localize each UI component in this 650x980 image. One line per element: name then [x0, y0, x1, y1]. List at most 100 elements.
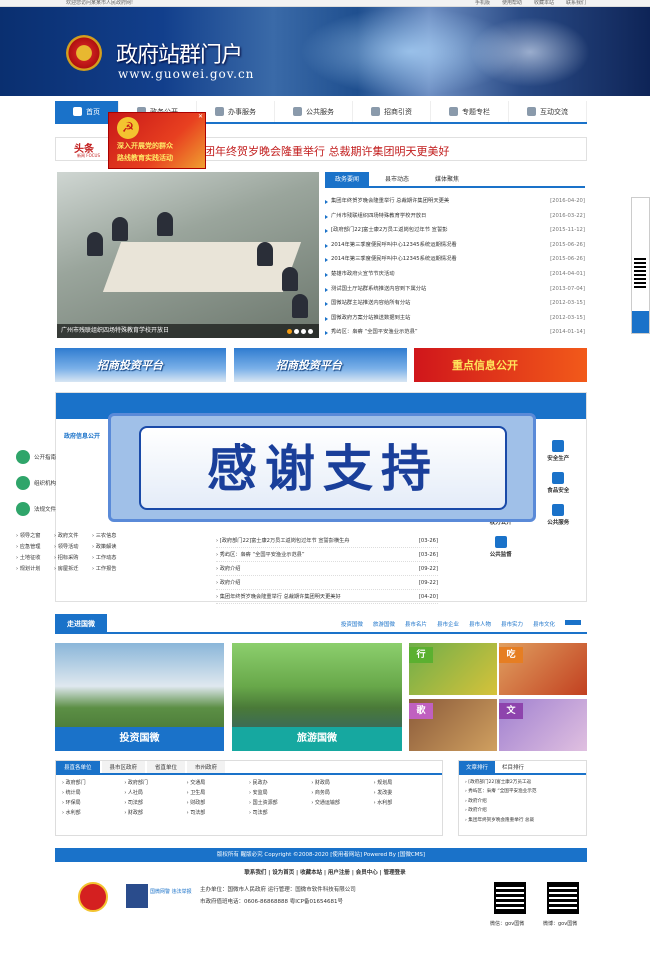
unit-link[interactable]: › 民政办 — [249, 779, 311, 786]
unit-link[interactable]: › 水利部 — [62, 809, 124, 816]
info-link[interactable]: › 土地征收 — [16, 554, 54, 561]
favorite-link[interactable]: 收藏本站 — [534, 0, 554, 7]
more-icon[interactable] — [565, 620, 581, 625]
info-link[interactable]: › 三农信息 — [92, 532, 130, 539]
info-list-title[interactable]: › [政府部门22]富士康2万员工返岗包过年节 宣誓彭横生舟 — [216, 534, 349, 547]
info-item-guide[interactable]: 公开指南 — [16, 450, 56, 464]
rank-item[interactable]: › 政府介绍 — [465, 797, 580, 806]
back-top-icon[interactable] — [632, 311, 649, 333]
news-title[interactable]: 2014年第三季度便民呼叫中心12345系统运期情况看 — [331, 252, 457, 267]
photo-slideshow[interactable]: 广州市残联组织四场特殊教育学校开放日 — [57, 172, 319, 338]
promo-investment-2[interactable]: 招商投资平台 — [234, 348, 407, 382]
contact-link[interactable]: 联系我们 — [566, 0, 586, 7]
info-link[interactable]: › 政策解读 — [92, 543, 130, 550]
info-item-org[interactable]: 组织机构 — [16, 476, 56, 490]
tab-county-news[interactable]: 县市动态 — [375, 172, 419, 186]
service-item[interactable]: 食品安全 — [530, 472, 588, 494]
info-link[interactable]: › 房屋拆迁 — [54, 565, 92, 572]
info-list-title[interactable]: › 政府介绍 — [216, 562, 240, 575]
rank-item[interactable]: › 秀屿区：枭瘠 “全国平安渔业示范 — [465, 787, 580, 796]
unit-link[interactable]: › 规划局 — [374, 779, 436, 786]
unit-link[interactable]: › 政府部门 — [62, 779, 124, 786]
news-item[interactable]: 2014年第三季度便民呼叫中心12345系统运期情况看 [2015-06-26] — [325, 238, 585, 253]
unit-link[interactable]: › 环保局 — [62, 799, 124, 806]
section-link[interactable]: 县市人物 — [469, 620, 491, 628]
news-item[interactable]: 2014年第三季度便民呼叫中心12345系统运期情况看 [2015-06-26] — [325, 252, 585, 267]
info-item-law[interactable]: 法规文件 — [16, 502, 56, 516]
service-item[interactable]: 公共服务 — [530, 504, 588, 526]
report-icon[interactable] — [126, 884, 148, 908]
info-list-item[interactable]: › 秀屿区：枭瘠 “全国平安渔业示范县” [03-26] — [216, 548, 438, 562]
info-link[interactable]: › 应急管理 — [16, 543, 54, 550]
rank-item[interactable]: › 政府介绍 — [465, 806, 580, 815]
nav-services[interactable]: 办事服务 — [197, 101, 275, 122]
news-item[interactable]: 广州市残联组织四场特殊教育学校开放日 [2016-03-22] — [325, 209, 585, 224]
info-list-title[interactable]: › 政府介绍 — [216, 576, 240, 589]
close-icon[interactable]: ✕ — [198, 113, 203, 120]
unit-link[interactable]: › 司法部 — [187, 809, 249, 816]
info-link[interactable]: › 领导之窗 — [16, 532, 54, 539]
promo-key-info[interactable]: 重点信息公开 — [414, 348, 587, 382]
unit-link[interactable]: › 人社局 — [124, 789, 186, 796]
info-link[interactable]: › 政府文件 — [54, 532, 92, 539]
section-link[interactable]: 县市企业 — [437, 620, 459, 628]
footer-links[interactable]: 联系我们 | 设为首页 | 收藏本站 | 用户注册 | 会员中心 | 管理登录 — [0, 868, 650, 876]
info-link[interactable]: › 招标采购 — [54, 554, 92, 561]
news-item[interactable]: [政府部门22]富士康2万员工返岗包过年节 宣誓彭 [2015-11-12] — [325, 223, 585, 238]
headline-link[interactable]: 团年终贺岁晚会隆重举行 总裁期许集团明天更美好 — [204, 143, 450, 159]
info-link[interactable]: › 规划计划 — [16, 565, 54, 572]
tab-city-gov[interactable]: 市州政府 — [187, 761, 226, 773]
floating-ad[interactable]: ☭ 深入开展党的群众 路线教育实践活动 ✕ — [108, 112, 206, 169]
unit-link[interactable]: › 交通局 — [187, 779, 249, 786]
news-title[interactable]: 楚雄市政府火宣节节庆活动 — [331, 267, 395, 282]
travel-photo[interactable]: 旅游国微 — [232, 643, 402, 751]
info-list-title[interactable]: › 秀屿区：枭瘠 “全国平安渔业示范县” — [216, 548, 305, 561]
section-link[interactable]: 县市文化 — [533, 620, 555, 628]
news-title[interactable]: 秀屿区：枭瘠 “全国平安渔业示范县” — [331, 325, 418, 340]
mobile-link[interactable]: 手机版 — [475, 0, 490, 7]
unit-link[interactable]: › 交通运输部 — [311, 799, 373, 806]
unit-link[interactable]: › 司法部 — [124, 799, 186, 806]
section-link[interactable]: 旅游国微 — [373, 620, 395, 628]
info-link[interactable]: › 工作报告 — [92, 565, 130, 572]
nav-interaction[interactable]: 互动交流 — [509, 101, 587, 122]
police-badge-icon[interactable] — [78, 882, 108, 912]
info-list-item[interactable]: › 政府介绍 [09-22] — [216, 562, 438, 576]
news-title[interactable]: 国微站群主站推送内容给所有分站 — [331, 296, 410, 311]
news-title[interactable]: 集团年终贺岁晚会隆重举行 总裁期许集团明天更美 — [331, 194, 449, 209]
tab-article-rank[interactable]: 文章排行 — [459, 761, 496, 773]
rank-item[interactable]: › 集团年终贺岁晚会隆重举行 总裁 — [465, 816, 580, 825]
unit-link[interactable]: › 财政部 — [187, 799, 249, 806]
photo-culture-small[interactable]: 文 — [499, 699, 587, 751]
info-list-title[interactable]: › 集团年终贺岁晚会隆重举行 总裁期许集团明天更美好 — [216, 590, 341, 603]
service-item[interactable]: 安全生产 — [530, 440, 588, 462]
unit-link[interactable]: › 财政部 — [124, 809, 186, 816]
tab-county-gov[interactable]: 县市区政府 — [101, 761, 146, 773]
help-link[interactable]: 使用帮助 — [502, 0, 522, 7]
news-item[interactable]: 国微站群主站推送内容给所有分站 [2012-03-15] — [325, 296, 585, 311]
info-list-item[interactable]: › [政府部门22]富士康2万员工返岗包过年节 宣誓彭横生舟 [03-26] — [216, 534, 438, 548]
info-link[interactable]: › 工作动态 — [92, 554, 130, 561]
news-title[interactable]: 测试国土厅站群系统推送内容到下属分站 — [331, 282, 426, 297]
nav-topics[interactable]: 专题专栏 — [431, 101, 509, 122]
photo-travel-small[interactable]: 行 — [409, 643, 497, 695]
floating-sidebar[interactable] — [631, 197, 650, 334]
unit-link[interactable]: › 安监局 — [249, 789, 311, 796]
unit-link[interactable]: › 财政局 — [311, 779, 373, 786]
info-link[interactable]: › 领导活动 — [54, 543, 92, 550]
section-link[interactable]: 投资国微 — [341, 620, 363, 628]
photo-food-small[interactable]: 吃 — [499, 643, 587, 695]
nav-investment[interactable]: 招商引资 — [353, 101, 431, 122]
info-list-item[interactable]: › 政府介绍 [09-22] — [216, 576, 438, 590]
unit-link[interactable]: › 卫生局 — [187, 789, 249, 796]
news-item[interactable]: 楚雄市政府火宣节节庆活动 [2014-04-01] — [325, 267, 585, 282]
news-title[interactable]: 2014年第三季度便民呼叫中心12345系统运期情况看 — [331, 238, 457, 253]
rank-item[interactable]: › [政府部门22]富士康2万员工返 — [465, 778, 580, 787]
news-item[interactable]: 测试国土厅站群系统推送内容到下属分站 [2013-07-04] — [325, 282, 585, 297]
slide-dots[interactable] — [287, 329, 313, 334]
tab-gov-news[interactable]: 政务要闻 — [325, 172, 370, 186]
unit-link[interactable]: › 水利部 — [374, 799, 436, 806]
unit-link[interactable]: › 政府部门 — [124, 779, 186, 786]
photo-song-small[interactable]: 歌 — [409, 699, 497, 751]
unit-link[interactable]: › 发改委 — [374, 789, 436, 796]
